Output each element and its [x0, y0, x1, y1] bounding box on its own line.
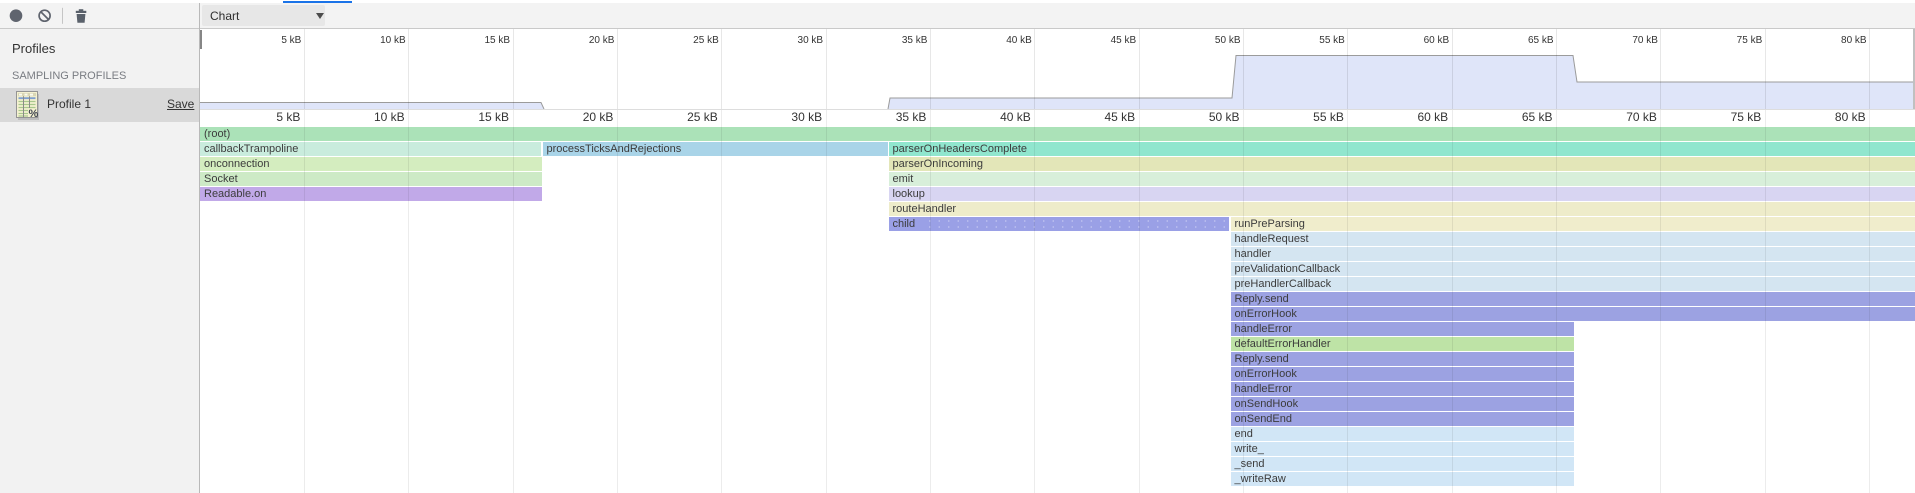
svg-text:%: % [29, 108, 39, 120]
